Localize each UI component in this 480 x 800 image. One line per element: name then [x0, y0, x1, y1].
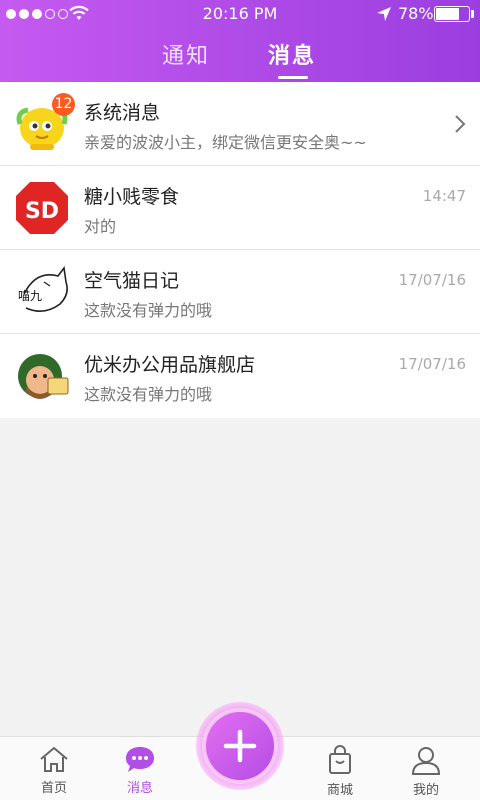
chevron-right-icon	[455, 115, 466, 133]
tab-notifications[interactable]: 通知	[162, 38, 210, 70]
message-preview: 亲爱的波波小主，绑定微信更安全奥~~	[84, 133, 367, 152]
sd-logo-avatar: SD	[16, 182, 68, 234]
add-button[interactable]	[206, 712, 274, 780]
svg-text:喵九: 喵九	[18, 289, 42, 303]
location-arrow-icon	[377, 7, 391, 21]
plus-icon	[223, 729, 257, 763]
unread-count-badge: 12	[52, 93, 75, 116]
message-row-shop-1[interactable]: SD 糖小贱零食 对的 14:47	[0, 166, 480, 250]
tab-mall[interactable]: 商城	[310, 745, 370, 798]
battery-icon	[434, 6, 470, 22]
header: 20:16 PM 78% 通知 消息	[0, 0, 480, 82]
message-row-shop-3[interactable]: 优米办公用品旗舰店 这款没有弹力的哦 17/07/16	[0, 334, 480, 418]
message-time: 17/07/16	[398, 355, 466, 373]
battery-level	[436, 8, 459, 20]
chat-bubble-icon	[126, 747, 154, 772]
message-time: 17/07/16	[398, 271, 466, 289]
active-tab-indicator	[278, 76, 308, 79]
battery-percent: 78%	[398, 4, 434, 23]
header-tabs: 通知 消息	[0, 38, 480, 82]
conversation-name: 优米办公用品旗舰店	[84, 354, 256, 376]
tab-label: 我的	[412, 783, 439, 798]
conversation-name: 糖小贱零食	[84, 186, 180, 208]
tab-label: 消息	[126, 781, 153, 796]
message-time: 14:47	[422, 187, 466, 205]
tab-home[interactable]: 首页	[24, 745, 84, 796]
cat-sketch-avatar: 喵九	[14, 264, 70, 320]
home-icon	[40, 746, 68, 772]
message-preview: 对的	[84, 217, 117, 236]
message-preview: 这款没有弹力的哦	[84, 301, 213, 320]
user-icon	[411, 747, 441, 775]
tab-mine[interactable]: 我的	[396, 745, 456, 798]
shopping-bag-icon	[329, 745, 351, 774]
message-row-shop-2[interactable]: 喵九 空气猫日记 这款没有弹力的哦 17/07/16	[0, 250, 480, 334]
tab-messages[interactable]: 消息	[268, 38, 316, 70]
status-bar: 20:16 PM 78%	[0, 0, 480, 28]
cartoon-character-avatar	[18, 354, 69, 399]
message-preview: 这款没有弹力的哦	[84, 385, 213, 404]
tab-label: 商城	[326, 783, 353, 798]
svg-text:SD: SD	[25, 199, 59, 224]
message-row-system[interactable]: 12 系统消息 亲爱的波波小主，绑定微信更安全奥~~	[0, 82, 480, 166]
tab-label: 首页	[40, 781, 67, 796]
message-list: 12 系统消息 亲爱的波波小主，绑定微信更安全奥~~ SD 糖小贱零食 对的 1…	[0, 82, 480, 418]
tab-messages-bottom[interactable]: 消息	[110, 745, 170, 796]
conversation-name: 系统消息	[84, 102, 161, 124]
conversation-name: 空气猫日记	[84, 270, 180, 292]
